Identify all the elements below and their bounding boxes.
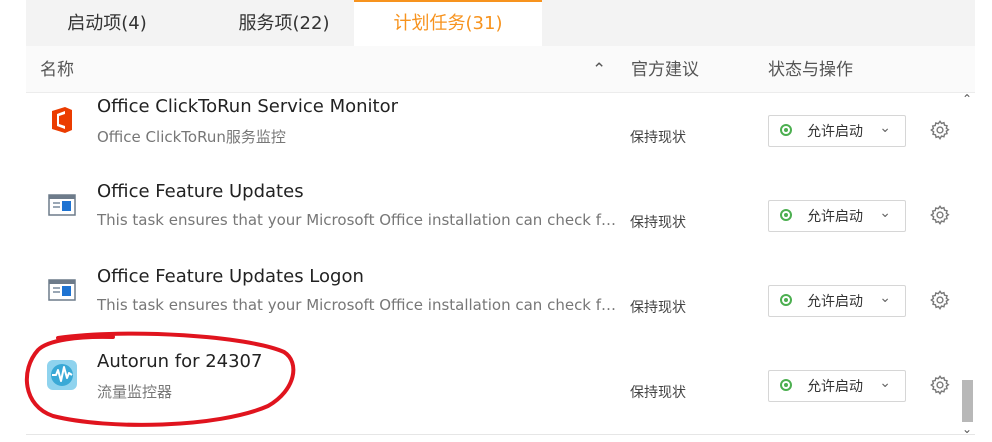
- status-label: 允许启动: [807, 294, 863, 310]
- gear-icon[interactable]: [929, 374, 951, 396]
- chevron-down-icon: ⌄: [879, 120, 891, 136]
- task-window-icon: [46, 189, 78, 221]
- status-dot-icon: [780, 209, 792, 221]
- task-description: This task ensures that your Microsoft Of…: [97, 211, 617, 229]
- official-advice: 保持现状: [630, 130, 686, 146]
- status-dot-icon: [780, 124, 792, 136]
- task-title: Office Feature Updates Logon: [97, 266, 364, 287]
- column-header-advice: 官方建议: [631, 60, 699, 80]
- column-header-status: 状态与操作: [768, 60, 853, 80]
- tab-services[interactable]: 服务项(22): [198, 0, 370, 46]
- list-item: Office ClickToRun Service Monitor Office…: [26, 92, 956, 177]
- official-advice: 保持现状: [630, 300, 686, 316]
- status-label: 允许启动: [807, 379, 863, 395]
- task-description: This task ensures that your Microsoft Of…: [97, 296, 617, 314]
- official-advice: 保持现状: [630, 215, 686, 231]
- status-dropdown[interactable]: 允许启动 ⌄: [768, 115, 906, 147]
- chevron-down-icon: ⌄: [879, 375, 891, 391]
- waveform-icon: [46, 359, 78, 391]
- office-icon: [46, 104, 78, 136]
- tab-startup-items[interactable]: 启动项(4): [26, 0, 188, 46]
- scrollbar-thumb[interactable]: [962, 380, 973, 422]
- scroll-up-icon[interactable]: ⌃: [961, 92, 973, 106]
- task-description: Office ClickToRun服务监控: [97, 128, 286, 146]
- list-item: Autorun for 24307 流量监控器 保持现状 允许启动 ⌄: [26, 347, 956, 432]
- chevron-down-icon: ⌄: [879, 290, 891, 306]
- status-label: 允许启动: [807, 124, 863, 140]
- task-description: 流量监控器: [97, 383, 173, 401]
- list-header: 名称 ⌃ 官方建议 状态与操作: [26, 46, 975, 93]
- status-label: 允许启动: [807, 209, 863, 225]
- tab-bar: 启动项(4) 服务项(22) 计划任务(31): [26, 0, 975, 47]
- sort-ascending-icon[interactable]: ⌃: [592, 46, 606, 94]
- status-dot-icon: [780, 379, 792, 391]
- list-item: Office Feature Updates This task ensures…: [26, 177, 956, 262]
- status-dropdown[interactable]: 允许启动 ⌄: [768, 370, 906, 402]
- task-window-icon: [46, 274, 78, 306]
- task-title: Autorun for 24307: [97, 351, 263, 372]
- gear-icon[interactable]: [929, 289, 951, 311]
- status-dropdown[interactable]: 允许启动 ⌄: [768, 285, 906, 317]
- tab-scheduled-tasks[interactable]: 计划任务(31): [354, 0, 542, 46]
- gear-icon[interactable]: [929, 204, 951, 226]
- task-title: Office Feature Updates: [97, 181, 304, 202]
- divider: [26, 434, 975, 435]
- task-title: Office ClickToRun Service Monitor: [97, 96, 399, 117]
- official-advice: 保持现状: [630, 385, 686, 401]
- column-header-name[interactable]: 名称: [40, 46, 74, 94]
- status-dropdown[interactable]: 允许启动 ⌄: [768, 200, 906, 232]
- gear-icon[interactable]: [929, 119, 951, 141]
- list-item: Office Feature Updates Logon This task e…: [26, 262, 956, 347]
- chevron-down-icon: ⌄: [879, 205, 891, 221]
- status-dot-icon: [780, 294, 792, 306]
